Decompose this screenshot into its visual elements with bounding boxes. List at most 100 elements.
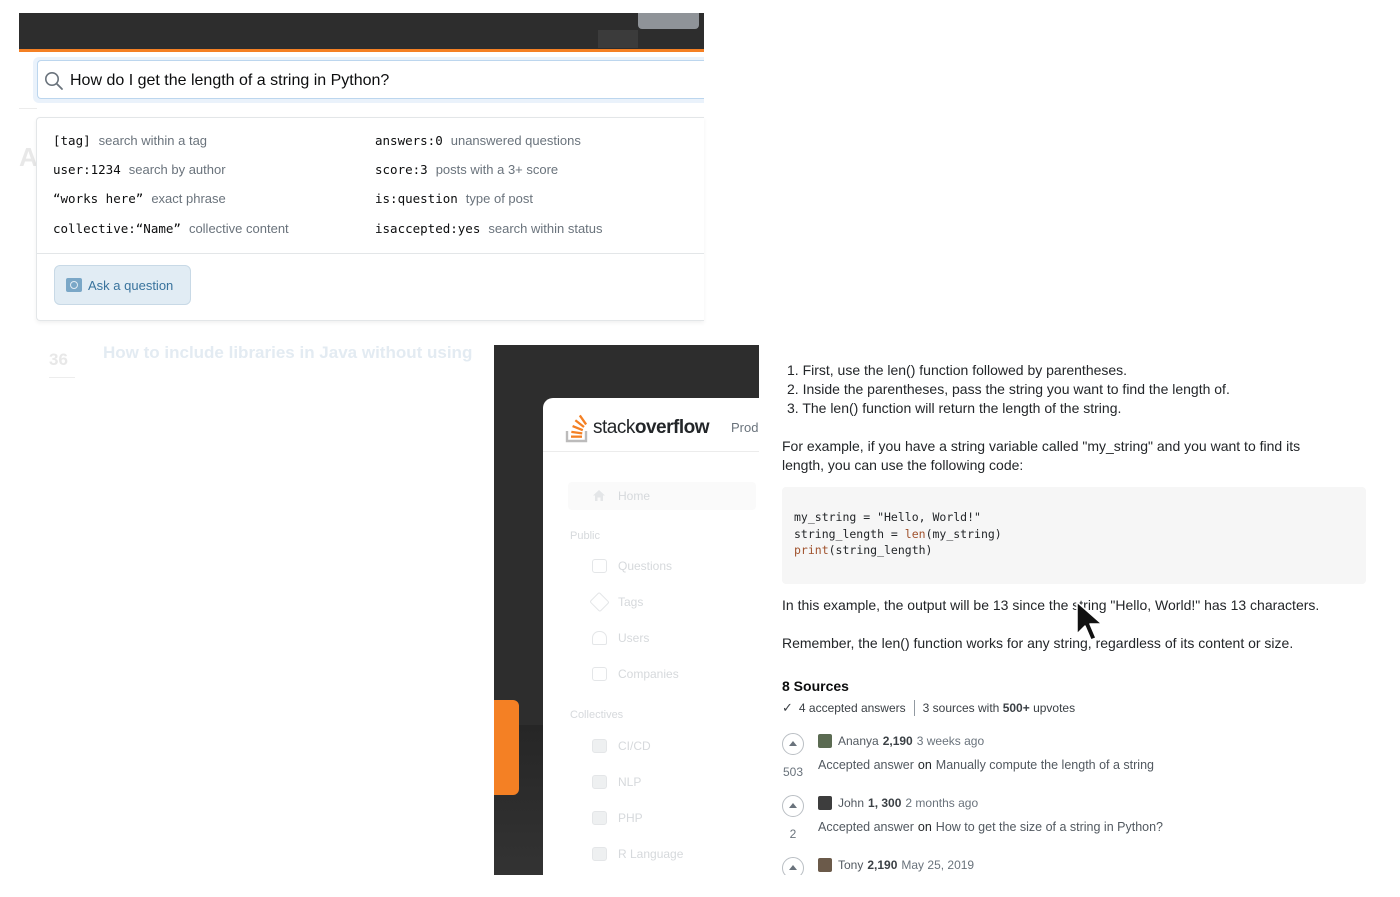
hint-desc: exact phrase (151, 191, 226, 206)
step-2: 2. Inside the parentheses, pass the stri… (787, 381, 1230, 397)
code-text: string_length = (794, 527, 905, 541)
source-reputation: 2,190 (882, 734, 913, 748)
hint-user[interactable]: user:1234 search by author (53, 162, 226, 177)
upvotes-prefix: 3 sources with (922, 701, 1000, 715)
avatar[interactable] (818, 796, 832, 810)
code-text: (string_length) (828, 543, 933, 557)
topbar-accent-line (19, 49, 704, 52)
sidebar-item-php[interactable]: PHP (618, 811, 643, 825)
background-heading: A (19, 142, 38, 172)
hint-code: “works here” (53, 191, 144, 206)
sidebar-item-cicd[interactable]: CI/CD (618, 739, 651, 753)
upvote-button[interactable] (782, 733, 804, 755)
avatar[interactable] (818, 858, 832, 872)
code-keyword: len (904, 527, 926, 541)
questions-icon (592, 559, 607, 573)
mouse-cursor-icon (1076, 601, 1103, 641)
sidebar-item-users[interactable]: Users (618, 631, 649, 645)
stackoverflow-logo[interactable]: stackoverflow (565, 412, 709, 444)
example-intro-line2: length, you can use the following code: (782, 457, 1024, 473)
vote-count: 503 (782, 765, 804, 779)
hint-code: is:question (375, 191, 458, 206)
hint-is-question[interactable]: is:question type of post (375, 191, 533, 206)
hint-code: [tag] (53, 133, 91, 148)
step-1: 1. First, use the len() function followe… (787, 362, 1128, 378)
source-reputation: 1, 300 (868, 796, 902, 810)
source-title: How to get the size of a string in Pytho… (935, 820, 1164, 834)
hint-phrase[interactable]: “works here” exact phrase (53, 191, 226, 206)
logo-text-bold: overflow (634, 417, 710, 438)
summary-separator (913, 700, 915, 716)
code-line-1: my_string = "Hello, World!" (794, 510, 981, 524)
stackoverflow-logo-icon (565, 414, 588, 443)
cicd-icon (592, 739, 607, 753)
source-reputation: 2,190 (867, 858, 898, 872)
sidebar-item-questions[interactable]: Questions (618, 559, 672, 573)
source-link[interactable]: Accepted answer on How to get the size of … (818, 820, 1163, 834)
checkmark-icon: ✓ (782, 700, 793, 715)
products-menu[interactable]: Prod (731, 420, 758, 435)
hint-desc: search within a tag (98, 133, 208, 148)
hint-tag[interactable]: [tag] search within a tag (53, 133, 207, 148)
sidebar-item-companies[interactable]: Companies (618, 667, 679, 681)
stackoverflow-window: stackoverflow Prod Home Public Questions… (543, 398, 759, 875)
question-title-link[interactable]: How to include libraries in Java without… (103, 343, 494, 363)
search-query-text: How do I get the length of a string in P… (70, 72, 390, 89)
source-on: on (917, 758, 932, 772)
sources-summary: ✓ 4 accepted answers 3 sources with 500+… (782, 700, 1075, 716)
upvote-button[interactable] (782, 795, 804, 817)
logo-text-light: stack (593, 417, 635, 438)
hint-code: answers:0 (375, 133, 443, 148)
header-divider (543, 451, 759, 452)
hint-code: user:1234 (53, 162, 121, 177)
upvotes-threshold: 500+ (1002, 701, 1030, 715)
source-time: May 25, 2019 (901, 858, 975, 872)
example-intro-line1: For example, if you have a string variab… (782, 438, 1301, 454)
source-user[interactable]: Ananya (838, 734, 879, 748)
source-user[interactable]: Tony (838, 858, 863, 872)
hint-collective[interactable]: collective:“Name” collective content (53, 221, 289, 236)
hint-isaccepted[interactable]: isaccepted:yes search within status (375, 221, 603, 236)
background-divider (19, 108, 37, 109)
sidebar-item-home[interactable]: Home (618, 489, 650, 503)
r-language-icon (592, 847, 607, 861)
upvotes-suffix: upvotes (1033, 701, 1076, 715)
users-icon (592, 631, 607, 645)
topbar-decoration (598, 30, 638, 48)
hint-desc: type of post (465, 191, 534, 206)
output-explanation: In this example, the output will be 13 s… (782, 597, 1320, 613)
companies-icon (592, 667, 607, 681)
hint-desc: unanswered questions (450, 133, 581, 148)
hint-desc: search within status (488, 221, 603, 236)
source-author: Ananya 2,190 3 weeks ago (818, 734, 984, 748)
sidebar-item-r-language[interactable]: R Language (618, 847, 683, 861)
source-on: on (917, 820, 932, 834)
hint-desc: search by author (128, 162, 226, 177)
sidebar-item-nlp[interactable]: NLP (618, 775, 641, 789)
ask-question-button[interactable]: Ask a question (54, 265, 191, 305)
source-time: 3 weeks ago (916, 734, 985, 748)
source-link[interactable]: Accepted answer on Manually compute the le… (818, 758, 1154, 772)
hint-code: collective:“Name” (53, 221, 181, 236)
hint-answers[interactable]: answers:0 unanswered questions (375, 133, 581, 148)
sidebar-section-collectives: Collectives (570, 709, 624, 721)
avatar[interactable] (818, 734, 832, 748)
upvote-button[interactable] (782, 857, 804, 875)
sources-heading: 8 Sources (782, 678, 849, 694)
remember-note: Remember, the len() function works for a… (782, 635, 1294, 651)
accepted-count: 4 accepted answers (798, 701, 906, 715)
source-kind: Accepted answer (818, 820, 914, 834)
hint-score[interactable]: score:3 posts with a 3+ score (375, 162, 558, 177)
php-icon (592, 811, 607, 825)
question-score: 36 (49, 350, 68, 369)
hint-code: isaccepted:yes (375, 221, 481, 236)
source-author: John 1, 300 2 months ago (818, 796, 978, 810)
sidebar-item-tags[interactable]: Tags (618, 595, 643, 609)
source-user[interactable]: John (838, 796, 864, 810)
vote-count: 2 (789, 827, 797, 841)
home-icon (593, 490, 605, 501)
hint-code: score:3 (375, 162, 428, 177)
code-text: (my_string) (925, 527, 1002, 541)
topbar-button[interactable] (638, 13, 699, 29)
code-line-2: string_length = len(my_string) (794, 527, 1002, 541)
